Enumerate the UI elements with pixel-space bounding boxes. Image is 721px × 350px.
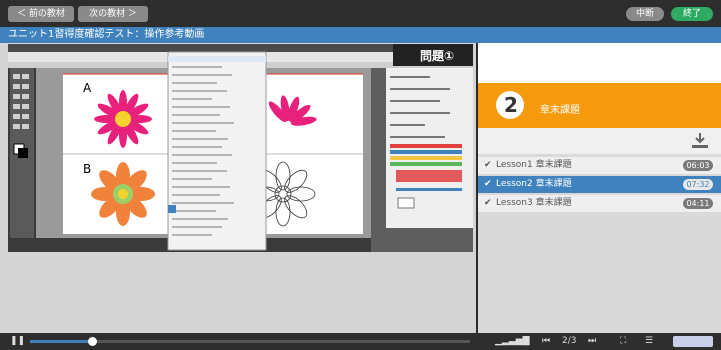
chapter-number: 2 — [504, 93, 518, 117]
video-player[interactable]: 問題① A B — [8, 44, 473, 252]
check-icon: ✔ — [484, 160, 492, 170]
lesson-item-1[interactable]: ✔ Lesson1 章末課題 06:03 — [478, 157, 721, 174]
page-indicator: 2/3 — [562, 336, 577, 346]
prev-material-button[interactable]: ＜ 前の教材 — [8, 6, 74, 22]
chapter-title: 章末課題 — [540, 105, 580, 116]
fullscreen-icon[interactable]: ⛶ — [620, 333, 626, 350]
question-badge: 問題① — [420, 49, 455, 63]
top-bar: ＜ 前の教材 次の教材 ＞ 中断 終了 — [0, 0, 721, 27]
next-material-button[interactable]: 次の教材 ＞ — [78, 6, 148, 22]
sidebar-header-spacer — [478, 43, 721, 83]
player-controls: ❚❚ ▁▂▃▅▇ ⏮ 2/3 ⏭ ⛶ ☰ — [0, 333, 721, 350]
pause-icon[interactable]: ❚❚ — [10, 333, 25, 350]
chapter-header: 2 章末課題 — [478, 83, 721, 128]
chapter-toolbar — [478, 128, 721, 154]
label-b: B — [83, 162, 92, 176]
pause-session-button[interactable]: 中断 — [626, 7, 664, 21]
check-icon: ✔ — [484, 198, 492, 208]
list-icon[interactable]: ☰ — [645, 333, 653, 350]
seek-handle[interactable] — [87, 337, 97, 346]
label-a: A — [83, 81, 92, 95]
first-icon[interactable]: ⏮ — [542, 333, 550, 350]
download-icon[interactable] — [691, 132, 709, 150]
volume-icon[interactable]: ▁▂▃▅▇ — [495, 333, 530, 350]
lesson-label: Lesson3 章末課題 — [496, 198, 572, 208]
page-title: ユニット1習得度確認テスト：操作参考動画 — [0, 27, 721, 43]
seek-progress — [30, 340, 92, 343]
lesson-duration: 06:03 — [683, 160, 713, 171]
lesson-label: Lesson2 章末課題 — [496, 179, 572, 189]
lesson-item-2[interactable]: ✔ Lesson2 章末課題 07:32 — [478, 176, 721, 193]
lesson-duration: 04:11 — [683, 198, 713, 209]
last-icon[interactable]: ⏭ — [588, 333, 596, 350]
lesson-label: Lesson1 章末課題 — [496, 160, 572, 170]
seek-bar[interactable] — [30, 337, 470, 346]
brand-logo-icon — [673, 336, 713, 347]
check-icon: ✔ — [484, 179, 492, 189]
finish-button[interactable]: 終了 — [671, 7, 713, 21]
lesson-duration: 07:32 — [683, 179, 713, 190]
video-frame — [8, 44, 473, 252]
lesson-item-3[interactable]: ✔ Lesson3 章末課題 04:11 — [478, 195, 721, 212]
